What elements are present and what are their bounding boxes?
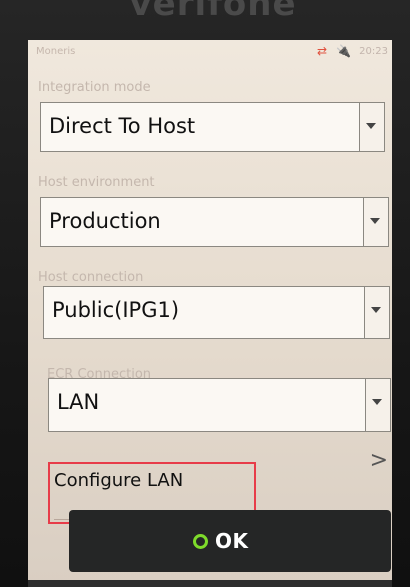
ecr-connection-value: LAN — [57, 390, 100, 414]
host-environment-dropdown-button[interactable] — [363, 198, 388, 246]
ecr-connection-dropdown-button[interactable] — [365, 379, 390, 431]
payment-terminal-screen: Moneris ⇄ 🔌 20:23 Integration mode Direc… — [28, 40, 392, 587]
chevron-down-icon — [371, 307, 381, 313]
ok-button[interactable]: OK — [69, 510, 391, 572]
chevron-down-icon — [372, 399, 382, 405]
chevron-down-icon — [366, 123, 376, 129]
host-connection-dropdown-button[interactable] — [364, 287, 389, 338]
integration-mode-label: Integration mode — [38, 80, 151, 95]
configure-lan-row[interactable]: Configure LAN > — [48, 448, 391, 524]
integration-mode-dropdown-button[interactable] — [359, 103, 384, 151]
status-app-name: Moneris — [36, 46, 76, 57]
integration-mode-select[interactable]: Direct To Host — [40, 102, 385, 152]
ok-label: OK — [215, 529, 249, 553]
host-environment-label: Host environment — [38, 175, 155, 190]
host-environment-select[interactable]: Production — [40, 197, 389, 247]
status-bar: Moneris ⇄ 🔌 20:23 — [36, 44, 392, 62]
chevron-down-icon — [370, 218, 380, 224]
host-connection-label: Host connection — [38, 270, 144, 285]
status-time: 20:23 — [359, 46, 388, 57]
host-connection-value: Public(IPG1) — [52, 298, 180, 322]
ecr-connection-select[interactable]: LAN — [48, 378, 391, 432]
integration-mode-value: Direct To Host — [49, 114, 196, 138]
chevron-right-icon: > — [369, 448, 388, 473]
plug-icon: 🔌 — [336, 44, 351, 58]
host-environment-value: Production — [49, 209, 161, 233]
ok-circle-icon — [193, 534, 208, 549]
bottom-bezel — [28, 580, 392, 587]
device-brand: verifone — [129, 0, 297, 24]
transfer-icon: ⇄ — [317, 44, 328, 58]
host-connection-select[interactable]: Public(IPG1) — [43, 286, 390, 339]
